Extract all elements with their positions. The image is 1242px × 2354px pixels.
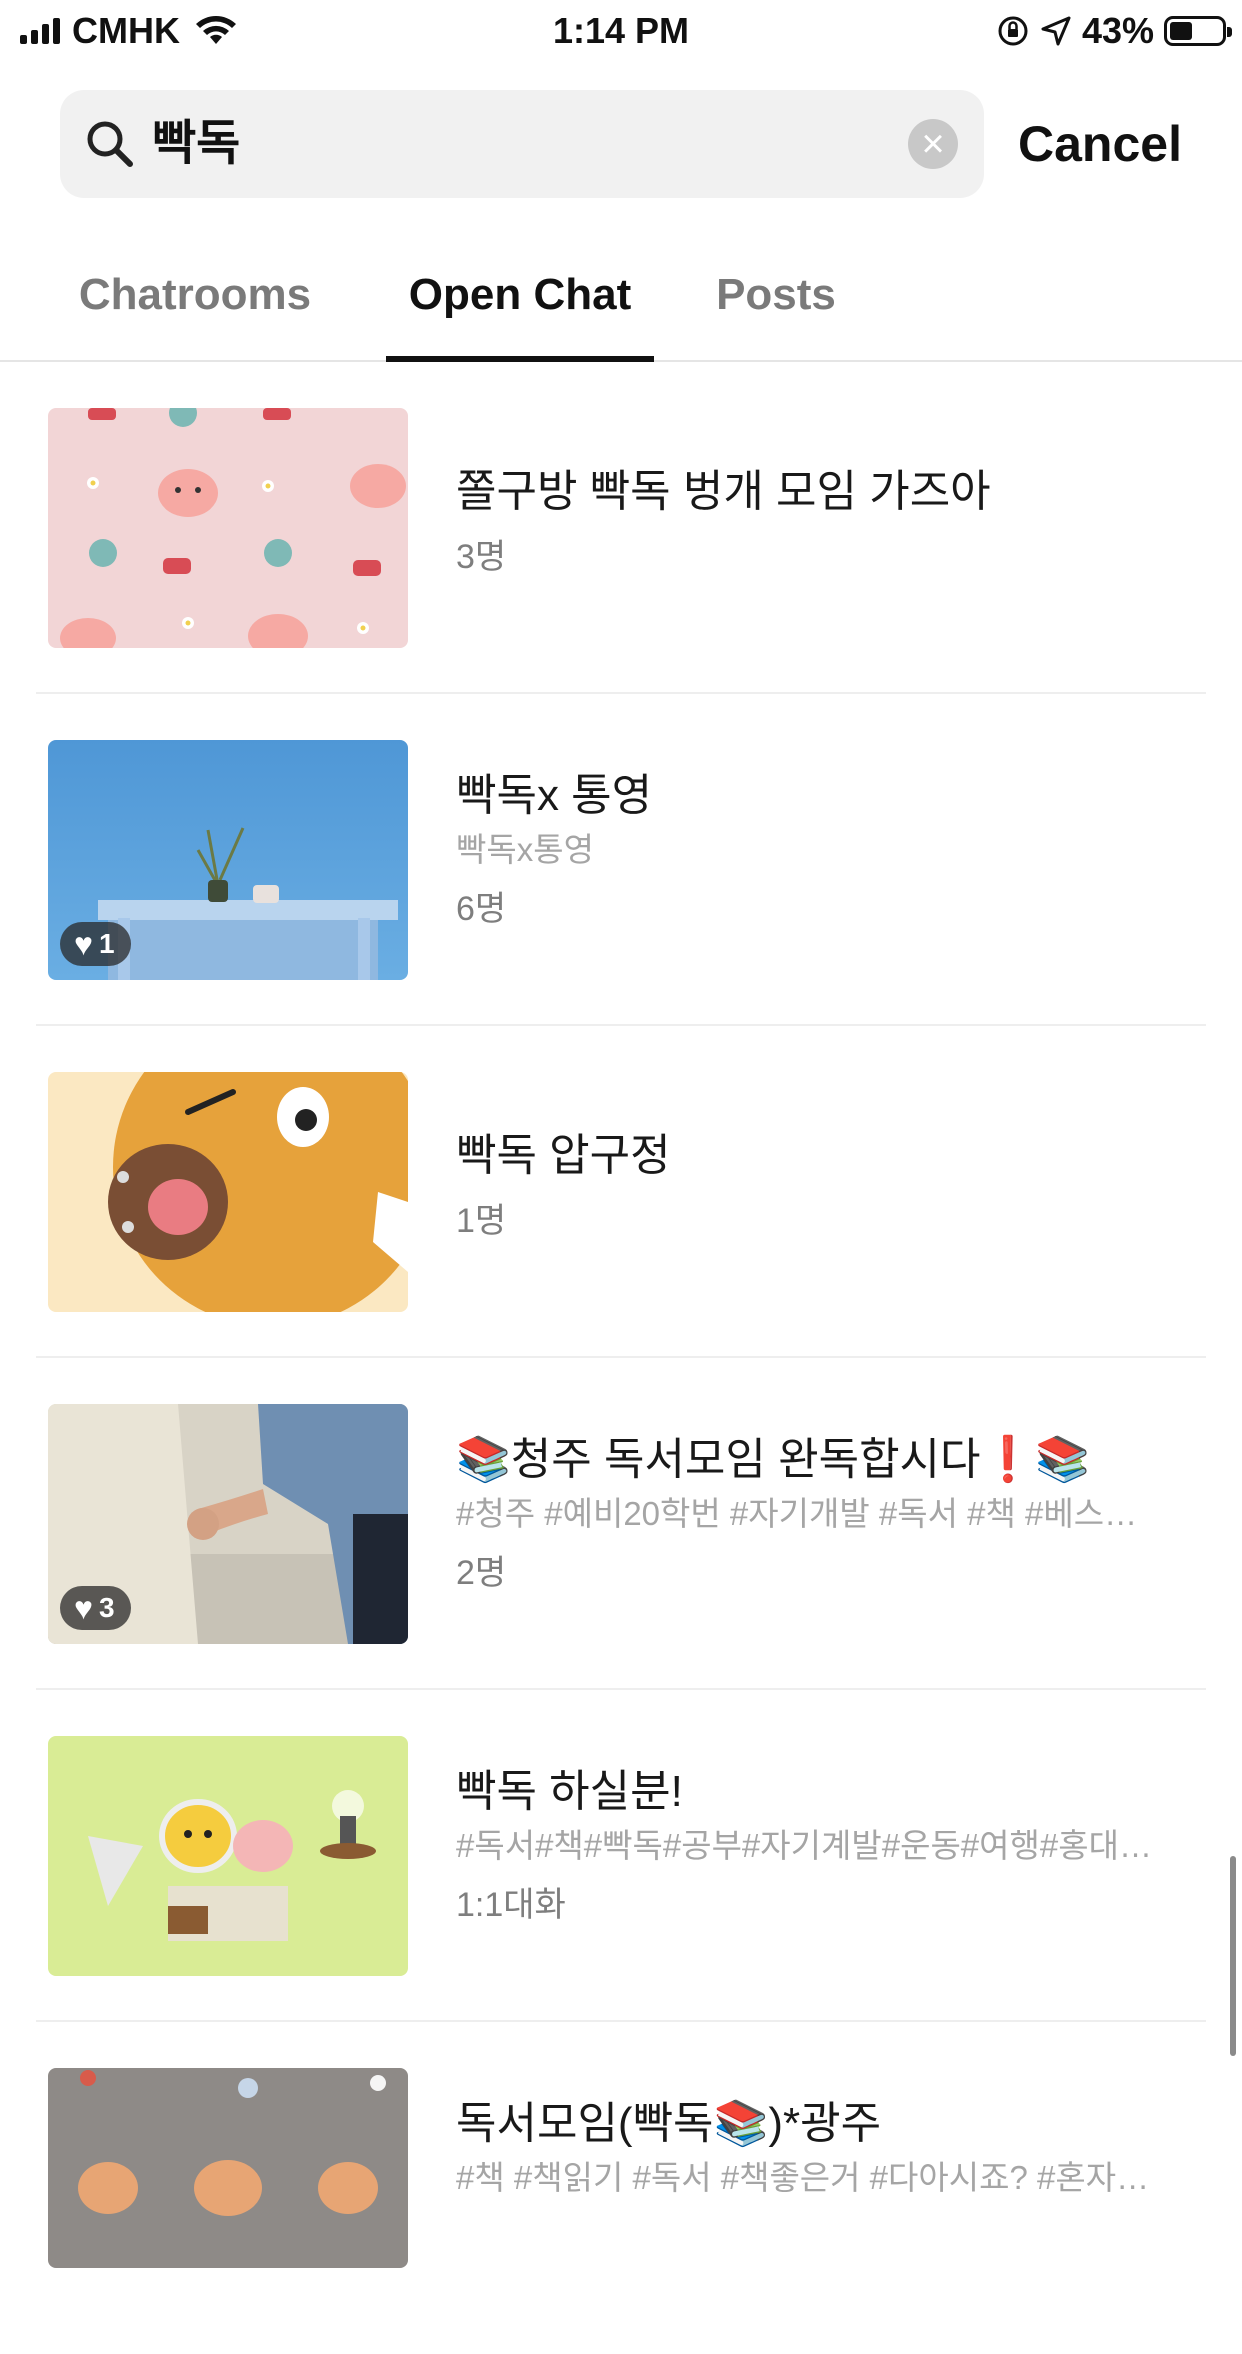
tab-open-chat[interactable]: Open Chat bbox=[386, 230, 654, 362]
list-item[interactable]: 빡독 압구정 1명 bbox=[36, 1026, 1206, 1358]
list-item[interactable]: 빡독 하실분! #독서#책#빡독#공부#자기계발#운동#여행#홍대입구 1:1대… bbox=[36, 1690, 1206, 2022]
status-right: 43% bbox=[996, 10, 1232, 52]
chat-thumbnail bbox=[48, 1736, 408, 1976]
close-icon: × bbox=[921, 122, 945, 166]
search-icon bbox=[87, 121, 133, 167]
chat-title: 📚청주 독서모임 완독합시다❗️📚 bbox=[456, 1435, 1091, 1484]
chat-thumbnail: ♥ 1 bbox=[48, 740, 408, 980]
likes-badge: ♥ 1 bbox=[60, 922, 131, 966]
chat-title: 빡독x 통영 bbox=[456, 771, 653, 820]
member-count: 1:1대화 bbox=[456, 1886, 566, 1924]
chat-tags: #독서#책#빡독#공부#자기계발#운동#여행#홍대입구 bbox=[456, 1827, 1156, 1864]
member-count: 3명 bbox=[456, 538, 507, 576]
member-count: 1명 bbox=[456, 1202, 507, 1240]
member-count: 6명 bbox=[456, 890, 507, 928]
chat-info: 빡독x 통영 빡독x통영 6명 bbox=[456, 768, 1216, 932]
chat-title: 독서모임(빡독📚)*광주 bbox=[456, 2099, 882, 2148]
chat-info: 쫄구방 빡독 벙개 모임 가즈아 3명 bbox=[456, 464, 1216, 580]
heart-icon: ♥ bbox=[74, 1590, 93, 1626]
chat-title: 빡독 압구정 bbox=[456, 1131, 671, 1180]
chat-thumbnail bbox=[48, 408, 408, 648]
likes-count: 3 bbox=[99, 1592, 115, 1623]
battery-icon bbox=[1164, 16, 1232, 46]
list-item[interactable]: ♥ 1 빡독x 통영 빡독x통영 6명 bbox=[36, 694, 1206, 1026]
chat-info: 📚청주 독서모임 완독합시다❗️📚 #청주 #예비20학번 #자기개발 #독서 … bbox=[456, 1432, 1216, 1596]
status-bar: CMHK 1:14 PM 43% bbox=[0, 0, 1242, 62]
chat-thumbnail bbox=[48, 1072, 408, 1312]
chat-tags: #책 #책읽기 #독서 #책좋은거 #다아시죠? #혼자읽기 bbox=[456, 2159, 1156, 2196]
tab-chatrooms[interactable]: Chatrooms bbox=[60, 230, 330, 360]
likes-count: 1 bbox=[99, 928, 115, 959]
chat-info: 빡독 압구정 1명 bbox=[456, 1128, 1216, 1244]
list-item[interactable]: 독서모임(빡독📚)*광주 #책 #책읽기 #독서 #책좋은거 #다아시죠? #혼… bbox=[36, 2022, 1206, 2354]
list-item[interactable]: 쫄구방 빡독 벙개 모임 가즈아 3명 bbox=[36, 362, 1206, 694]
search-input[interactable]: 빡독 bbox=[152, 90, 240, 198]
orientation-lock-icon bbox=[998, 16, 1028, 46]
chat-thumbnail bbox=[48, 2068, 408, 2268]
chat-description: 빡독x통영 bbox=[456, 831, 594, 868]
scrollbar[interactable] bbox=[1230, 1856, 1236, 2056]
chat-title: 빡독 하실분! bbox=[456, 1767, 683, 1816]
tab-posts[interactable]: Posts bbox=[706, 230, 846, 360]
chat-info: 빡독 하실분! #독서#책#빡독#공부#자기계발#운동#여행#홍대입구 1:1대… bbox=[456, 1764, 1216, 1928]
heart-icon: ♥ bbox=[74, 926, 93, 962]
list-item[interactable]: ♥ 3 📚청주 독서모임 완독합시다❗️📚 #청주 #예비20학번 #자기개발 … bbox=[36, 1358, 1206, 1690]
battery-percent: 43% bbox=[1081, 10, 1154, 51]
search-bar[interactable]: 빡독 × bbox=[60, 90, 984, 198]
clear-search-button[interactable]: × bbox=[908, 119, 958, 169]
cancel-button[interactable]: Cancel bbox=[1018, 90, 1182, 198]
chat-tags: #청주 #예비20학번 #자기개발 #독서 #책 #베스트셀러 bbox=[456, 1495, 1156, 1532]
member-count: 2명 bbox=[456, 1554, 507, 1592]
chat-title: 쫄구방 빡독 벙개 모임 가즈아 bbox=[456, 467, 991, 516]
chat-thumbnail: ♥ 3 bbox=[48, 1404, 408, 1644]
location-icon bbox=[1041, 16, 1071, 46]
likes-badge: ♥ 3 bbox=[60, 1586, 131, 1630]
chat-info: 독서모임(빡독📚)*광주 #책 #책읽기 #독서 #책좋은거 #다아시죠? #혼… bbox=[456, 2096, 1216, 2200]
search-tabs: Chatrooms Open Chat Posts bbox=[0, 230, 1242, 362]
